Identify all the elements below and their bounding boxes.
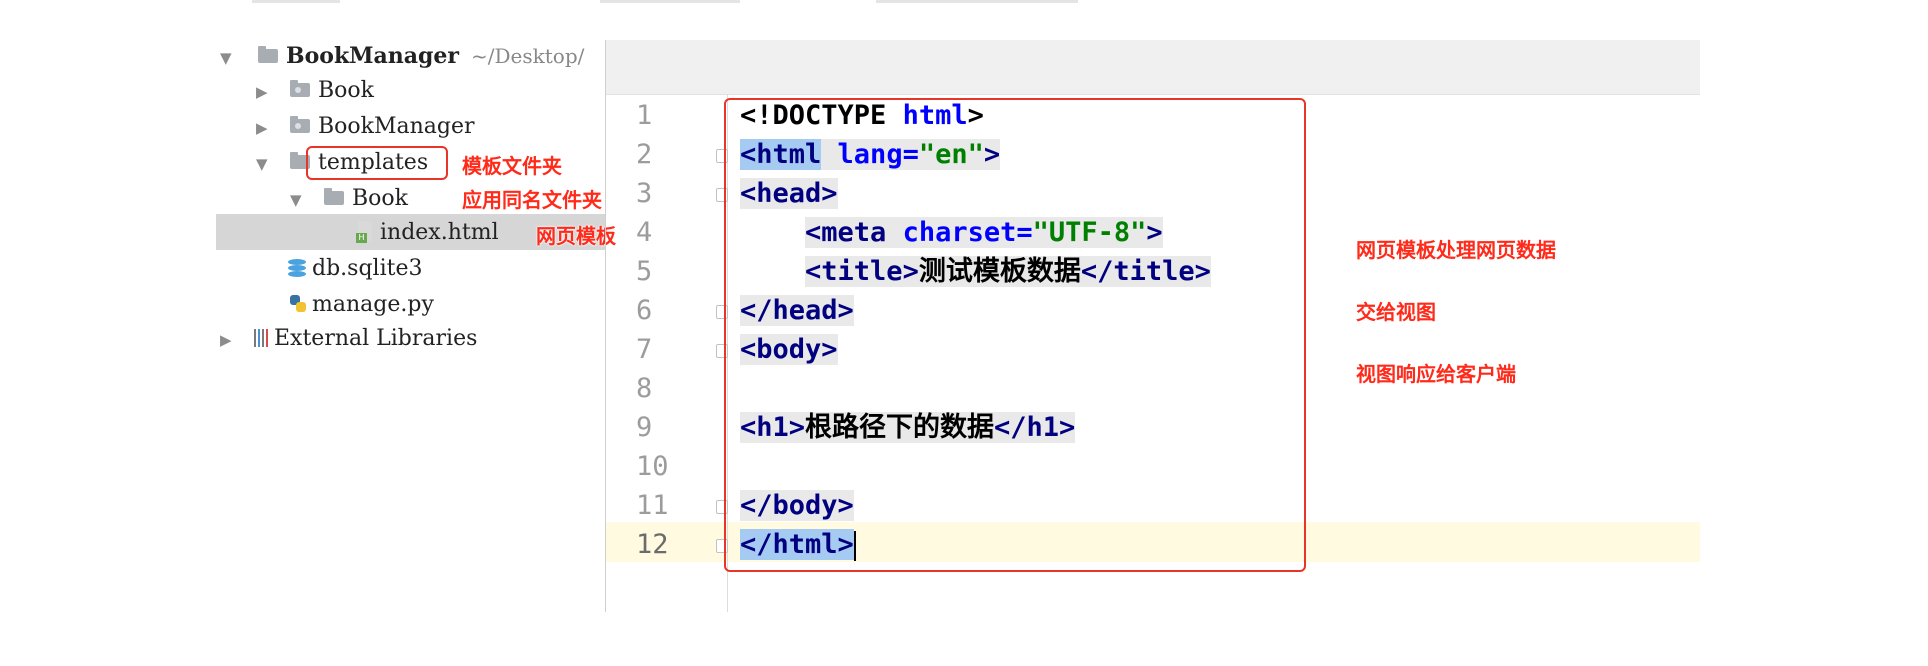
flow-note-2: 交给视图 (1356, 300, 1436, 324)
expand-arrow-icon[interactable]: ▼ (220, 49, 232, 67)
flow-note-1: 网页模板处理网页数据 (1356, 238, 1556, 262)
cropped-toolbar-segment (252, 0, 340, 3)
line-number-current: 12 (636, 529, 669, 560)
html-file-icon: H (356, 221, 374, 243)
root-folder-label: BookManager (286, 43, 460, 69)
templates-annotation: 模板文件夹 (462, 154, 562, 178)
package-folder-icon (290, 116, 310, 133)
collapse-arrow-icon[interactable]: ▶ (220, 331, 232, 349)
cropped-toolbar-segment (876, 0, 1078, 3)
tree-root-bookmanager[interactable]: ▼ BookManager ~/Desktop/ (220, 38, 584, 74)
folder-icon (258, 46, 278, 63)
cropped-toolbar-segment (600, 0, 740, 3)
templates-highlight-box (306, 146, 448, 180)
root-path-label: ~/Desktop/ (471, 44, 585, 68)
libraries-icon (254, 329, 268, 347)
line-number: 11 (636, 490, 669, 521)
line-number: 1 (636, 100, 653, 131)
tree-item-book-app[interactable]: ▶ Book (256, 72, 374, 108)
tree-item-label: index.html (380, 219, 499, 245)
line-number: 9 (636, 412, 653, 443)
tree-item-index-html[interactable]: H index.html (356, 214, 499, 250)
tree-item-label: manage.py (312, 291, 434, 317)
tree-item-label: db.sqlite3 (312, 255, 423, 281)
line-number: 2 (636, 139, 653, 170)
folder-icon (324, 188, 344, 205)
expand-arrow-icon[interactable]: ▼ (256, 155, 268, 173)
package-folder-icon (290, 80, 310, 97)
line-number: 10 (636, 451, 669, 482)
tree-item-manage-py[interactable]: manage.py (288, 286, 434, 322)
flow-note-3: 视图响应给客户端 (1356, 362, 1516, 386)
expand-arrow-icon[interactable]: ▼ (290, 191, 302, 209)
line-number: 6 (636, 295, 653, 326)
line-number: 8 (636, 373, 653, 404)
tree-item-label: Book (318, 77, 374, 103)
tree-item-bookmanager-pkg[interactable]: ▶ BookManager (256, 108, 475, 144)
line-number: 3 (636, 178, 653, 209)
tree-item-label: Book (352, 185, 408, 211)
tree-item-label: External Libraries (274, 325, 478, 351)
editor-tab-bar (605, 40, 1700, 95)
tree-item-label: BookManager (318, 113, 475, 139)
collapse-arrow-icon[interactable]: ▶ (256, 83, 268, 101)
line-number: 5 (636, 256, 653, 287)
line-number: 7 (636, 334, 653, 365)
tree-item-external-libraries[interactable]: ▶ External Libraries (220, 320, 477, 356)
collapse-arrow-icon[interactable]: ▶ (256, 119, 268, 137)
database-icon (288, 257, 306, 279)
app-folder-annotation: 应用同名文件夹 (462, 188, 602, 212)
tree-item-db-sqlite3[interactable]: db.sqlite3 (288, 250, 422, 286)
template-file-annotation: 网页模板 (536, 224, 616, 248)
python-file-icon (288, 293, 308, 315)
line-number: 4 (636, 217, 653, 248)
code-highlight-box (724, 98, 1306, 572)
tree-item-templates-book[interactable]: ▼ Book (290, 180, 408, 216)
